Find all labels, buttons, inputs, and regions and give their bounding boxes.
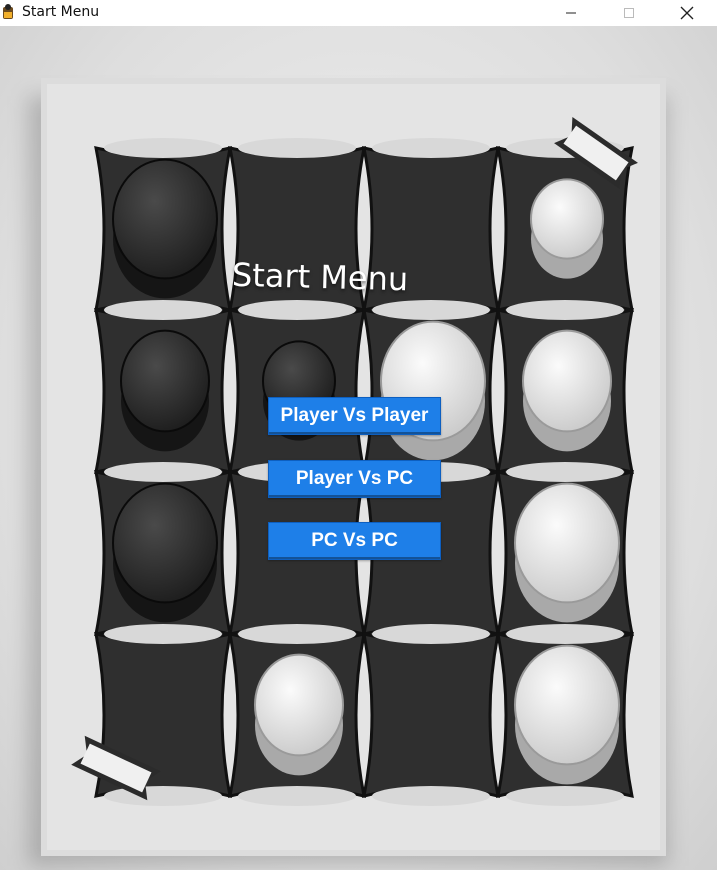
close-icon xyxy=(680,6,694,20)
piece-top xyxy=(112,482,218,604)
board-lens xyxy=(104,138,222,158)
menu-heading: Start Menu xyxy=(231,255,409,299)
board-lens xyxy=(238,138,356,158)
piece-top xyxy=(514,644,620,766)
board-lens xyxy=(104,786,222,806)
light-piece xyxy=(380,320,486,461)
app-icon xyxy=(3,4,13,19)
board-lens xyxy=(372,138,490,158)
light-piece xyxy=(254,653,344,776)
board-lens xyxy=(372,624,490,644)
dark-piece xyxy=(112,482,218,623)
piece-top xyxy=(120,329,210,433)
board-lens xyxy=(506,786,624,806)
background-image: Start Menu Player Vs Player Player Vs PC… xyxy=(0,26,717,870)
board-lens xyxy=(506,300,624,320)
board-lens xyxy=(238,300,356,320)
board-lens xyxy=(372,786,490,806)
maximize-icon xyxy=(624,8,634,18)
title-bar[interactable]: Start Menu xyxy=(0,0,717,26)
piece-top xyxy=(254,653,344,757)
piece-top xyxy=(514,482,620,604)
piece-top xyxy=(112,158,218,280)
dark-piece xyxy=(112,158,218,299)
board-lens xyxy=(104,624,222,644)
close-button[interactable] xyxy=(658,0,716,26)
light-piece xyxy=(530,178,604,279)
board-lens xyxy=(238,624,356,644)
light-piece xyxy=(514,644,620,785)
dark-piece xyxy=(120,329,210,452)
board-cell xyxy=(362,631,500,799)
pc-vs-pc-button[interactable]: PC Vs PC xyxy=(268,522,441,560)
board-lens xyxy=(372,300,490,320)
light-piece xyxy=(522,329,612,452)
light-piece xyxy=(514,482,620,623)
piece-top xyxy=(522,329,612,433)
window-title: Start Menu xyxy=(22,4,100,20)
minimize-icon xyxy=(566,12,576,14)
board-lens xyxy=(238,786,356,806)
player-vs-player-button[interactable]: Player Vs Player xyxy=(268,397,441,435)
piece-top xyxy=(530,178,604,260)
board-lens xyxy=(104,462,222,482)
maximize-button[interactable] xyxy=(600,0,658,26)
board-lens xyxy=(506,462,624,482)
player-vs-pc-button[interactable]: Player Vs PC xyxy=(268,460,441,498)
board-lens xyxy=(104,300,222,320)
start-menu-window: Start Menu Start Menu Player Vs Player P… xyxy=(0,0,717,870)
board-lens xyxy=(506,624,624,644)
minimize-button[interactable] xyxy=(542,0,600,26)
